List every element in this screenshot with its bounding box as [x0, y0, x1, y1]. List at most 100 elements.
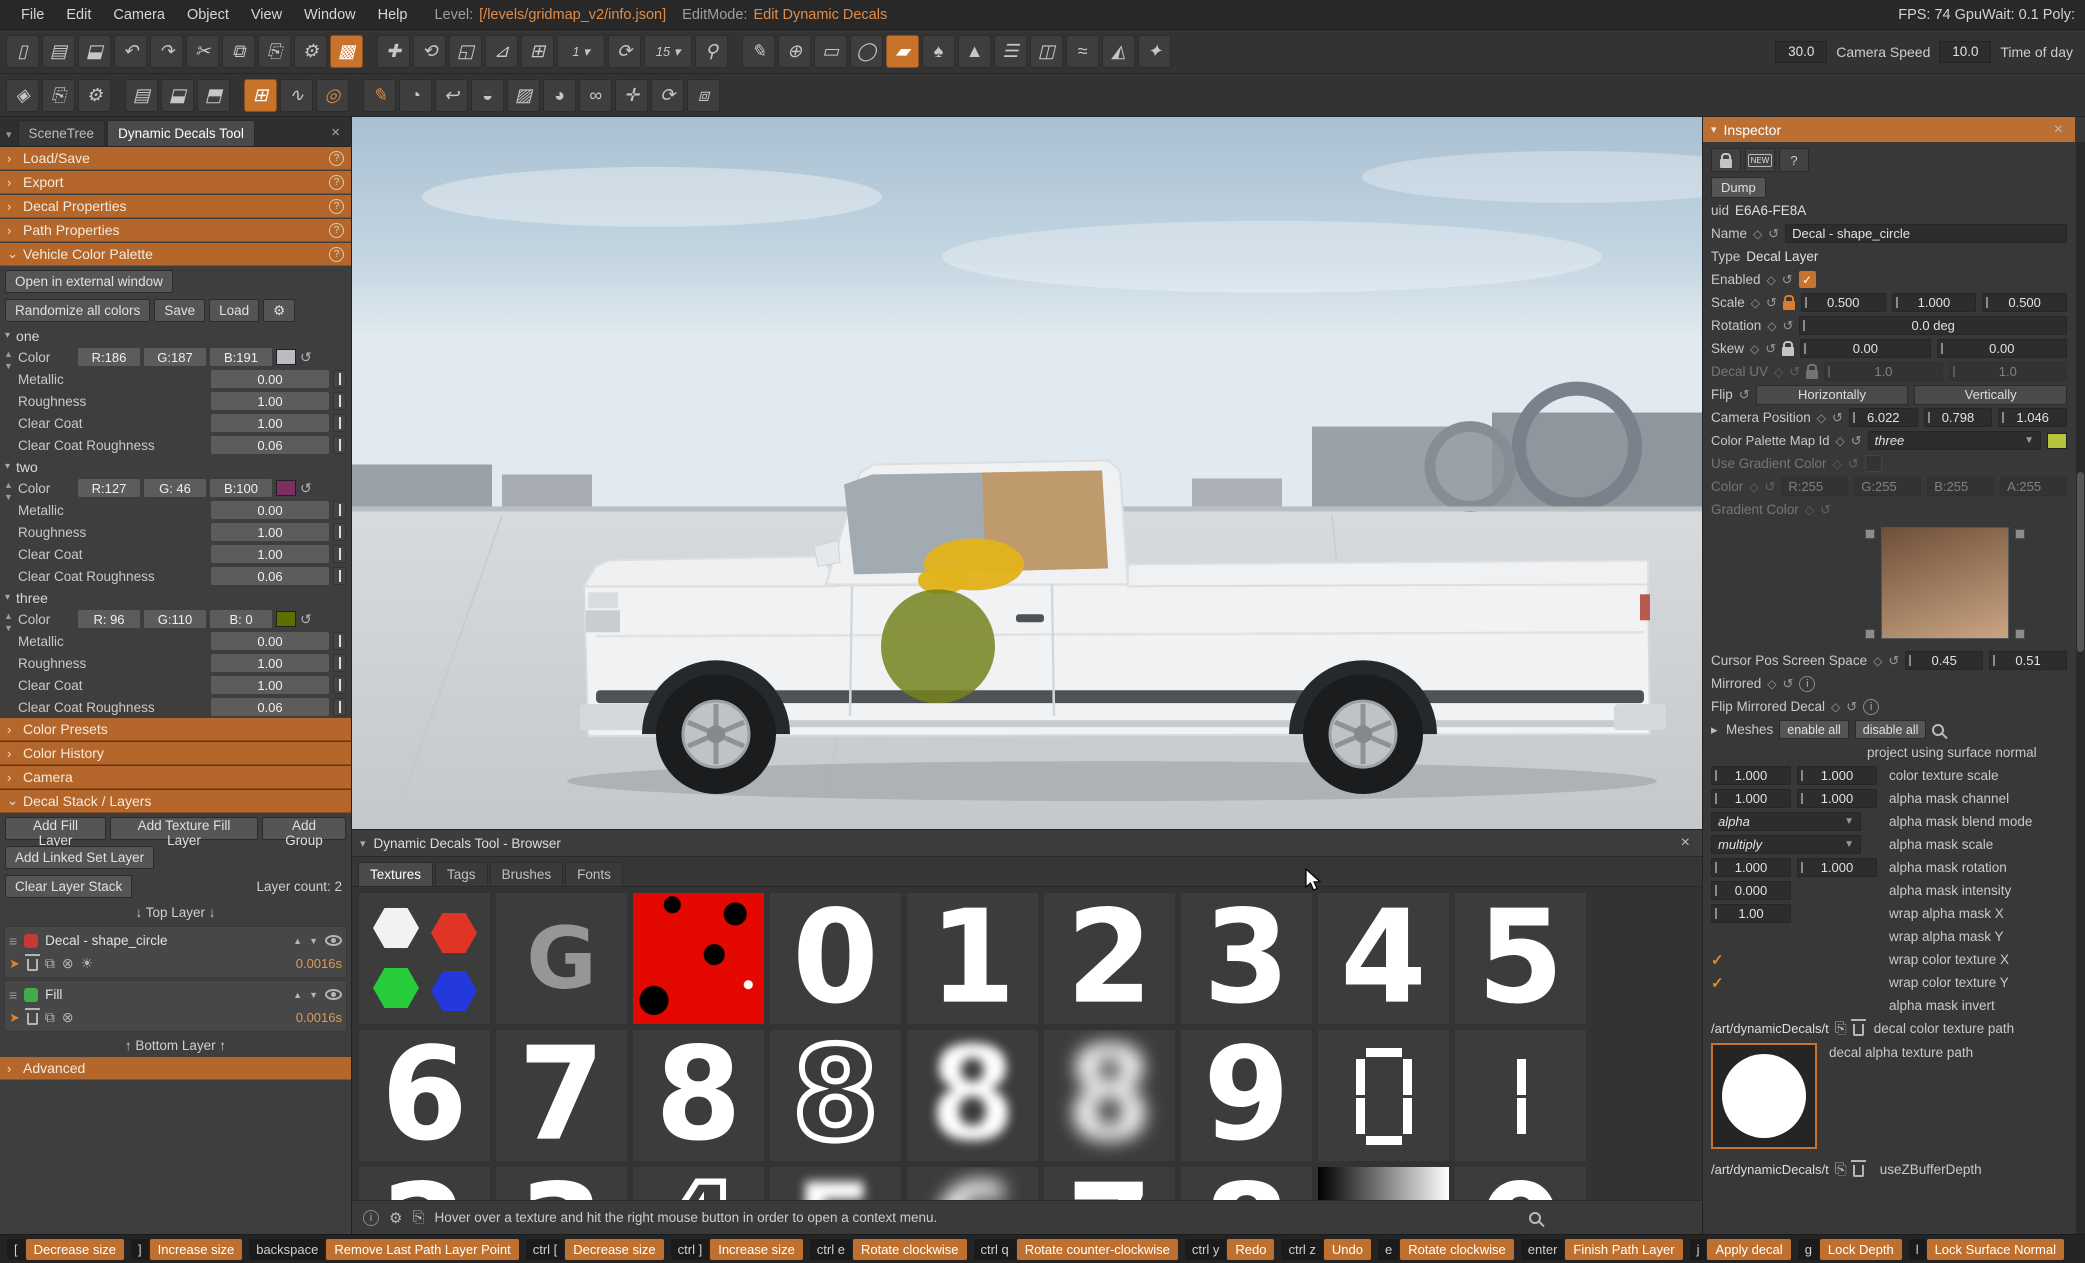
section-header[interactable]: › Path Properties ? — [0, 219, 351, 242]
move-layer-up-icon[interactable]: ▲ — [293, 990, 302, 1000]
texture-tile-digit-blur[interactable]: 8 — [907, 1030, 1038, 1161]
texture-tile-digit[interactable]: 8 — [633, 1030, 764, 1161]
rotate-gizmo-icon[interactable]: ⟲ — [413, 35, 446, 68]
slider-handle[interactable] — [333, 567, 346, 585]
gradient-handle[interactable] — [2015, 629, 2025, 639]
help-icon[interactable]: ? — [329, 199, 344, 214]
slider-handle[interactable] — [333, 436, 346, 454]
param-field[interactable]: 1.000 — [1797, 789, 1877, 808]
help-icon[interactable]: ? — [329, 151, 344, 166]
move-layer-up-icon[interactable]: ▲ — [293, 936, 302, 946]
param-path[interactable]: /art/dynamicDecals/t — [1711, 1021, 1829, 1036]
slider-handle[interactable] — [333, 676, 346, 694]
cursor-y-field[interactable]: 0.51 — [1989, 651, 2067, 670]
folder-icon[interactable]: ▤ — [125, 79, 158, 112]
road-tool-icon[interactable]: ◫ — [1030, 35, 1063, 68]
paste-icon[interactable]: ⎘ — [258, 35, 291, 68]
scale-z-field[interactable]: 0.500 — [1982, 293, 2067, 312]
slider-handle[interactable] — [333, 414, 346, 432]
texture-tile-digit-outline[interactable]: 8 — [770, 1030, 901, 1161]
keyframe-diamond-icon[interactable]: ◇ — [1873, 654, 1882, 668]
open-file-icon[interactable]: ▤ — [42, 35, 75, 68]
slider-handle[interactable] — [333, 654, 346, 672]
palette-settings-button[interactable]: ⚙ — [263, 299, 295, 322]
rotate-cw-icon[interactable]: ⟳ — [651, 79, 684, 112]
section-header[interactable]: › Load/Save ? — [0, 147, 351, 170]
texture-tile-digit[interactable]: 8 — [1181, 1167, 1312, 1200]
reset-icon[interactable]: ↺ — [1782, 272, 1793, 288]
camera-y-field[interactable]: 0.798 — [1924, 408, 1993, 427]
gradient-preview[interactable] — [1881, 527, 2009, 639]
texture-tile-digit[interactable]: 3 — [496, 1167, 627, 1200]
redo-icon[interactable]: ↷ — [150, 35, 183, 68]
save-level-icon[interactable]: ⬓ — [161, 79, 194, 112]
color-swatch[interactable] — [276, 480, 296, 496]
add-group-button[interactable]: Add Group — [262, 817, 346, 840]
texture-tile-digit[interactable]: 0 — [770, 893, 901, 1024]
delete-layer-icon[interactable] — [27, 959, 38, 971]
cursor-x-field[interactable]: 0.45 — [1905, 651, 1983, 670]
collapse-icon[interactable]: ▾ — [5, 330, 10, 341]
enable-all-meshes-button[interactable]: enable all — [1779, 720, 1849, 739]
add-point-icon[interactable]: ⊕ — [778, 35, 811, 68]
texture-tile-digit[interactable]: 3 — [1181, 893, 1312, 1024]
gradient-handle[interactable] — [1865, 629, 1875, 639]
reset-icon[interactable]: ↺ — [1846, 699, 1857, 715]
water-tool-icon[interactable]: ≈ — [1066, 35, 1099, 68]
move-group-down-icon[interactable]: ▼ — [4, 361, 13, 371]
eightball-icon[interactable]: ◕ — [543, 79, 576, 112]
value-field[interactable]: 0.00 — [211, 370, 329, 388]
color-g-field[interactable]: G: 46 — [144, 479, 206, 497]
preferences-icon[interactable]: ⚙ — [78, 79, 111, 112]
reset-icon[interactable]: ↺ — [1888, 653, 1899, 669]
value-field[interactable]: 1.00 — [211, 523, 329, 541]
save-as-icon[interactable]: ⬒ — [197, 79, 230, 112]
menu-item[interactable]: File — [10, 7, 55, 23]
scale-y-field[interactable]: 1.000 — [1892, 293, 1977, 312]
value-field[interactable]: 0.06 — [211, 698, 329, 716]
value-field[interactable]: 1.00 — [211, 654, 329, 672]
new-inspector-button[interactable]: NEW — [1745, 148, 1775, 172]
draw-line-icon[interactable]: ✎ — [363, 79, 396, 112]
texture-tile-digit[interactable]: 2 — [1044, 893, 1175, 1024]
slider-handle[interactable] — [333, 698, 346, 716]
alpha-texture-path[interactable]: /art/dynamicDecals/t — [1711, 1162, 1829, 1177]
remove-projection-icon[interactable]: ⊗ — [62, 1009, 74, 1026]
section-header[interactable]: › Decal Properties ? — [0, 195, 351, 218]
texture-tile-shapes[interactable] — [359, 893, 490, 1024]
layers-tool-icon[interactable]: ☰ — [994, 35, 1027, 68]
texture-tile-digit[interactable]: 7 — [496, 1030, 627, 1161]
search-icon[interactable] — [1529, 1212, 1541, 1224]
undo-icon[interactable]: ↶ — [114, 35, 147, 68]
translate-gizmo-icon[interactable]: ✚ — [377, 35, 410, 68]
texture-tile-digit[interactable]: 0 — [1455, 1167, 1586, 1200]
texture-tile-digit[interactable]: 6 — [359, 1030, 490, 1161]
editmode-link[interactable]: Edit Dynamic Decals — [753, 7, 887, 23]
slope-tool-icon[interactable]: ∿ — [280, 79, 313, 112]
tab-fonts[interactable]: Fonts — [565, 862, 623, 886]
grid-size-dropdown[interactable]: 1 ▾ — [557, 35, 605, 68]
clipboard-tool-icon[interactable]: ⎘ — [42, 79, 75, 112]
value-field[interactable]: 1.00 — [211, 545, 329, 563]
open-external-window-button[interactable]: Open in external window — [5, 270, 173, 293]
trash-icon[interactable] — [1853, 1024, 1864, 1036]
value-field[interactable]: 1.00 — [211, 392, 329, 410]
enabled-checkbox[interactable]: ✓ — [1799, 271, 1816, 288]
scale-x-field[interactable]: 0.500 — [1801, 293, 1886, 312]
skew-x-field[interactable]: 0.00 — [1800, 339, 1930, 358]
keyframe-diamond-icon[interactable]: ◇ — [1836, 434, 1845, 448]
trash-icon[interactable] — [1853, 1165, 1864, 1177]
tab-textures[interactable]: Textures — [358, 862, 433, 886]
reset-icon[interactable]: ↺ — [1783, 676, 1794, 692]
reset-icon[interactable]: ↺ — [1783, 318, 1794, 334]
drag-handle-icon[interactable]: ≡ — [9, 933, 17, 949]
param-dropdown[interactable]: alpha▼ — [1711, 812, 1861, 831]
tab-scenetree[interactable]: SceneTree — [18, 120, 106, 146]
lock-inspector-button[interactable] — [1711, 148, 1741, 172]
light-tool-icon[interactable]: ✦ — [1138, 35, 1171, 68]
ellipse-tool-icon[interactable]: ◯ — [850, 35, 883, 68]
new-file-icon[interactable]: ▯ — [6, 35, 39, 68]
undo-arc-icon[interactable]: ↩ — [435, 79, 468, 112]
texture-tile-digit[interactable]: 4 — [1318, 893, 1449, 1024]
slider-handle[interactable] — [333, 392, 346, 410]
